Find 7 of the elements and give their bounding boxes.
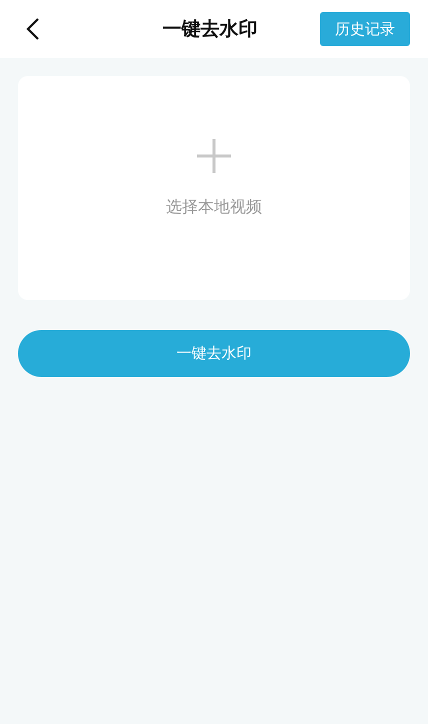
plus-icon <box>197 138 231 172</box>
back-icon[interactable] <box>26 17 40 41</box>
history-button[interactable]: 历史记录 <box>320 12 410 46</box>
remove-watermark-button[interactable]: 一键去水印 <box>18 330 410 377</box>
page-title: 一键去水印 <box>162 17 258 42</box>
upload-card[interactable]: 选择本地视频 <box>18 76 410 300</box>
upload-label: 选择本地视频 <box>166 196 262 218</box>
